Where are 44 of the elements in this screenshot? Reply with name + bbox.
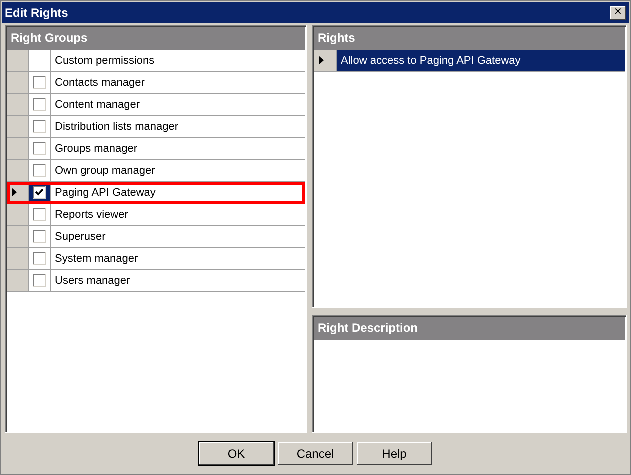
- group-label: Custom permissions: [55, 54, 155, 66]
- group-row[interactable]: Paging API Gateway: [7, 182, 305, 204]
- group-row[interactable]: Distribution lists manager: [7, 116, 305, 138]
- row-pointer-icon: [12, 188, 17, 197]
- checkbox[interactable]: [33, 76, 46, 89]
- window-title: Edit Rights: [5, 6, 68, 20]
- group-row[interactable]: Users manager: [7, 270, 305, 292]
- panel-header: Right Description: [314, 317, 625, 340]
- right-row[interactable]: Allow access to Paging API Gateway: [314, 50, 625, 72]
- group-row[interactable]: Superuser: [7, 226, 305, 248]
- group-row[interactable]: Own group manager: [7, 160, 305, 182]
- group-label: Distribution lists manager: [55, 120, 178, 132]
- checkbox[interactable]: [33, 98, 46, 111]
- panel-header: Right Groups: [7, 27, 305, 50]
- dialog-button[interactable]: Cancel: [278, 442, 353, 465]
- group-label: Reports viewer: [55, 208, 128, 220]
- group-row[interactable]: Content manager: [7, 94, 305, 116]
- group-label: Users manager: [55, 274, 130, 286]
- checkbox[interactable]: [33, 208, 46, 221]
- group-row[interactable]: Contacts manager: [7, 72, 305, 94]
- row-pointer-icon: [319, 56, 324, 65]
- group-label: Superuser: [55, 230, 106, 242]
- checkbox[interactable]: [33, 164, 46, 177]
- group-row[interactable]: Custom permissions: [7, 50, 305, 72]
- checkbox[interactable]: [33, 120, 46, 133]
- group-label: Contacts manager: [55, 76, 145, 88]
- checkbox[interactable]: [33, 230, 46, 243]
- group-row[interactable]: Reports viewer: [7, 204, 305, 226]
- checkbox[interactable]: [33, 274, 46, 287]
- close-button[interactable]: ✕: [610, 6, 626, 20]
- group-label: Groups manager: [55, 142, 138, 154]
- panel-header: Rights: [314, 27, 625, 50]
- checkbox[interactable]: [33, 142, 46, 155]
- checkbox[interactable]: [33, 186, 46, 199]
- group-label: Content manager: [55, 98, 140, 110]
- dialog-button[interactable]: Help: [357, 442, 432, 465]
- dialog-button[interactable]: OK: [199, 442, 274, 465]
- group-label: Paging API Gateway: [55, 186, 156, 198]
- group-label: Own group manager: [55, 164, 156, 176]
- group-row[interactable]: Groups manager: [7, 138, 305, 160]
- right-label: Allow access to Paging API Gateway: [340, 54, 521, 68]
- group-row[interactable]: System manager: [7, 248, 305, 270]
- group-label: System manager: [55, 252, 138, 264]
- checkbox[interactable]: [33, 252, 46, 265]
